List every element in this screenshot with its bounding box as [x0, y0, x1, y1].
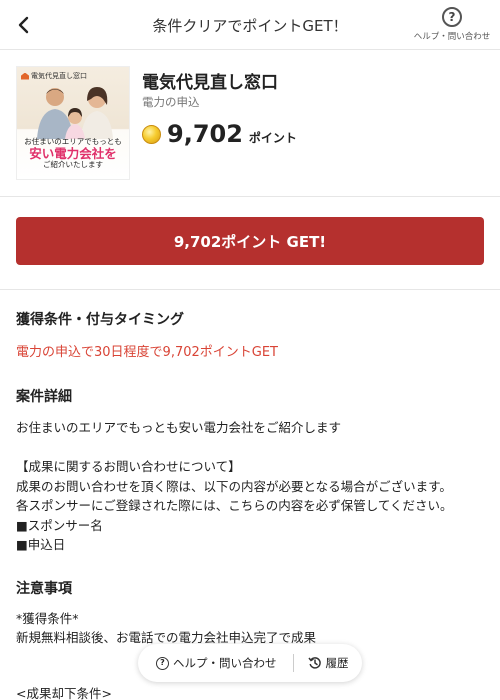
- product-subtitle: 電力の申込: [142, 95, 200, 109]
- thumbnail-copy: お住まいのエリアでもっとも 安い電力会社を ご紹介いたします: [24, 137, 122, 169]
- details-intro: お住まいのエリアでもっとも安い電力会社をご紹介します: [16, 420, 342, 435]
- help-label: ヘルプ・問い合わせ: [413, 32, 491, 42]
- product-thumbnail: 電気代見直し窓口 お住まいのエリアでもっとも 安い電力会社を ご紹介いたします: [16, 66, 130, 180]
- details-line: 各スポンサーにご登録された際には、こちらの内容を必ず保管してください。: [16, 498, 453, 513]
- conditions-heading: 獲得条件・付与タイミング: [16, 312, 184, 328]
- notes-line: *獲得条件*: [16, 611, 79, 626]
- notes-heading: 注意事項: [16, 581, 72, 597]
- product-summary: 電気代見直し窓口 お住まいのエリアでもっとも 安い電力会社を ご紹介いたします …: [0, 50, 500, 197]
- question-circle-icon: ?: [442, 7, 462, 27]
- house-logo-icon: [21, 72, 29, 80]
- floating-help-button[interactable]: ? ヘルプ・問い合わせ: [156, 655, 277, 671]
- floating-action-bar: ? ヘルプ・問い合わせ 履歴: [138, 644, 362, 682]
- get-points-button[interactable]: 9,702ポイント GET!: [16, 217, 484, 265]
- details-line: 【成果に関するお問い合わせについて】: [16, 459, 241, 474]
- header-bar: 条件クリアでポイントGET！ ? ヘルプ・問い合わせ: [0, 0, 500, 50]
- history-button[interactable]: 履歴: [307, 655, 349, 671]
- rejection-heading: <成果却下条件>: [16, 686, 112, 700]
- details-line: 成果のお問い合わせを頂く際は、以下の内容が必要となる場合がございます。: [16, 479, 452, 494]
- divider: [292, 654, 294, 672]
- help-button[interactable]: ? ヘルプ・問い合わせ: [410, 7, 494, 42]
- points-display: 9,702 ポイント: [142, 120, 297, 148]
- coin-icon: [142, 124, 161, 144]
- family-illustration: [37, 87, 113, 139]
- details-line: ■申込日: [16, 537, 66, 552]
- details-heading: 案件詳細: [16, 389, 72, 405]
- cta-section: 9,702ポイント GET!: [0, 197, 500, 290]
- question-circle-icon: ?: [156, 656, 169, 670]
- details-line: ■スポンサー名: [16, 518, 103, 533]
- clock-history-icon: [307, 657, 321, 669]
- points-value: 9,702: [167, 120, 243, 148]
- product-title: 電気代見直し窓口: [142, 73, 278, 93]
- conditions-text: 電力の申込で30日程度で9,702ポイントGET: [16, 345, 278, 360]
- thumbnail-brand: 電気代見直し窓口: [21, 71, 87, 81]
- points-unit: ポイント: [248, 131, 297, 145]
